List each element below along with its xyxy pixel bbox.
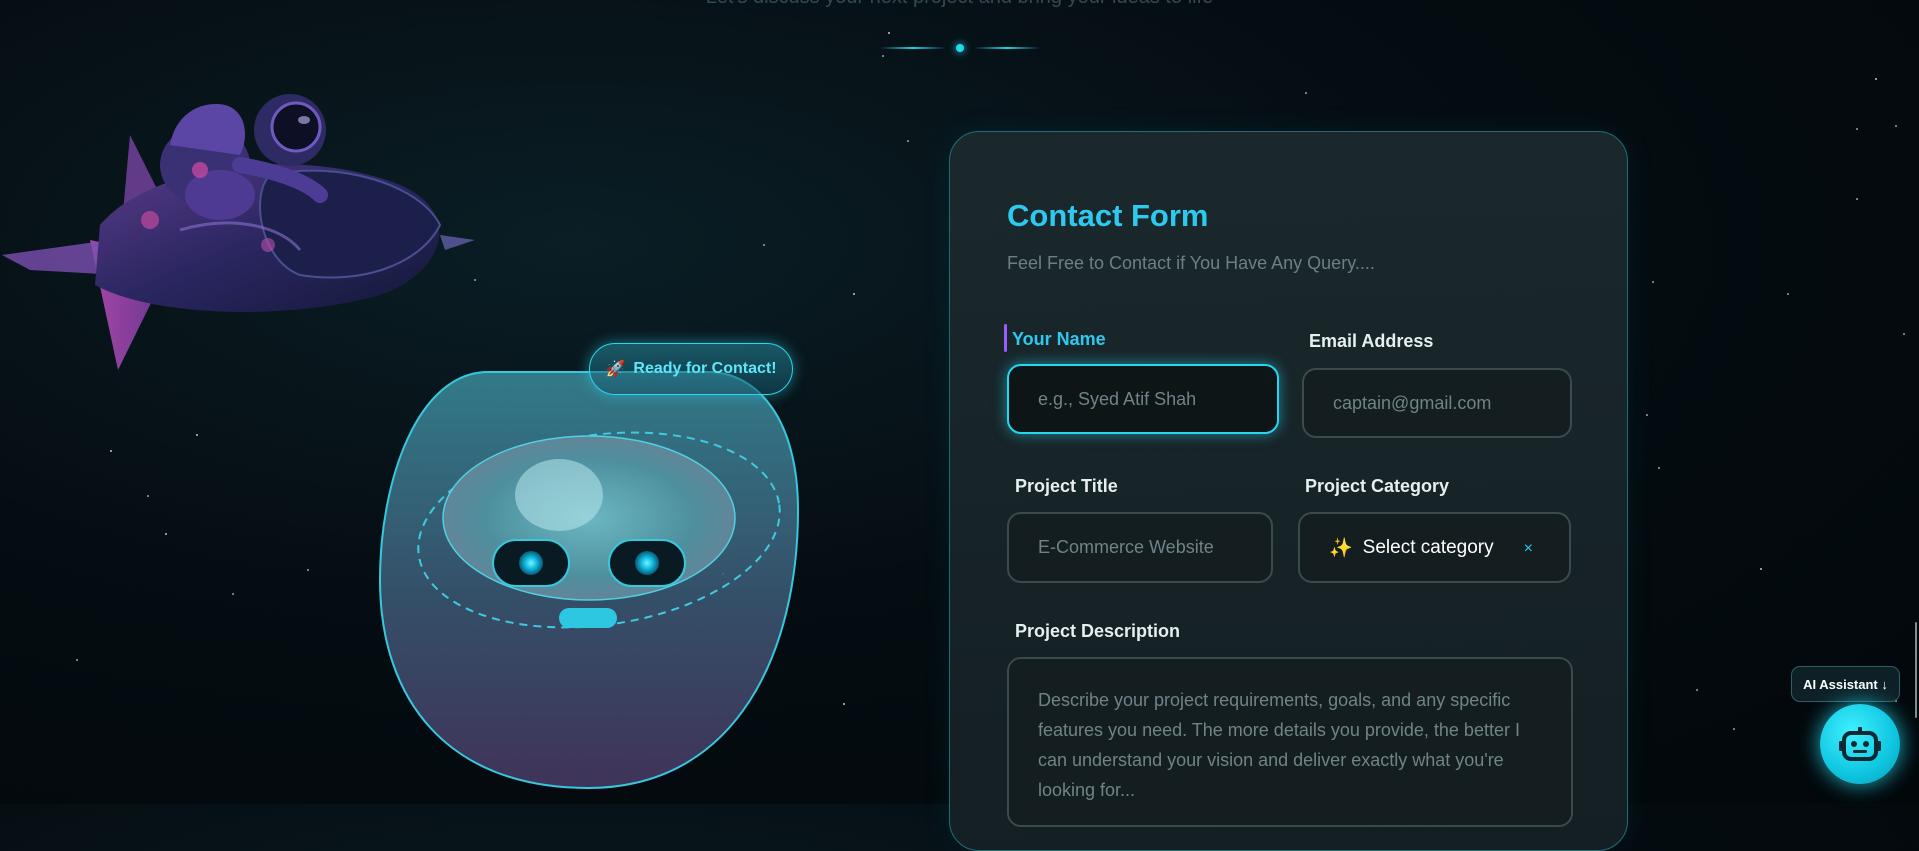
project-category-label: Project Category — [1305, 476, 1450, 496]
star — [1696, 689, 1698, 691]
star — [882, 55, 884, 57]
star — [1875, 78, 1877, 80]
project-description-label: Project Description — [1015, 621, 1181, 641]
email-field[interactable] — [1302, 368, 1572, 438]
star — [1305, 92, 1307, 94]
badge-text: Ready for Contact! — [633, 360, 777, 377]
star — [232, 593, 234, 595]
contact-form-card: Contact Form Feel Free to Contact if You… — [949, 131, 1628, 851]
star — [1658, 467, 1660, 469]
category-selected-value: Select category — [1362, 536, 1494, 558]
star — [307, 569, 309, 571]
name-label: Your Name — [1012, 329, 1106, 349]
star — [1760, 568, 1762, 570]
star — [1903, 333, 1905, 335]
astronaut-rocket-illustration — [0, 45, 480, 375]
project-description-field[interactable] — [1007, 657, 1573, 827]
star — [1895, 125, 1897, 127]
star — [1652, 281, 1654, 283]
star — [843, 703, 845, 705]
star — [110, 450, 112, 452]
divider-dot — [956, 44, 964, 52]
divider-line — [974, 47, 1040, 49]
star — [1856, 198, 1858, 200]
star — [907, 140, 909, 142]
name-focus-indicator — [1004, 324, 1007, 352]
section-divider — [880, 44, 1040, 52]
divider-line — [880, 47, 946, 49]
ai-assistant-tag[interactable]: AI Assistant ↓ — [1791, 666, 1900, 702]
page-tagline: Let's discuss your next project and brin… — [0, 0, 1919, 9]
star — [196, 434, 198, 436]
sparkles-icon: ✨ — [1329, 537, 1353, 559]
star — [763, 244, 765, 246]
ai-assistant-button[interactable] — [1820, 704, 1900, 784]
form-title: Contact Form — [1007, 198, 1209, 233]
star — [1787, 293, 1789, 295]
star — [1733, 728, 1735, 730]
ready-for-contact-badge: 🚀 Ready for Contact! — [589, 343, 793, 395]
form-subtitle: Feel Free to Contact if You Have Any Que… — [1007, 253, 1375, 273]
star — [147, 495, 149, 497]
rocket-icon: 🚀 — [605, 361, 626, 378]
robot-icon — [1839, 727, 1881, 761]
star — [1856, 128, 1858, 130]
project-category-select[interactable]: ✨ Select category × — [1298, 512, 1571, 583]
scrollbar-thumb[interactable] — [1915, 622, 1917, 718]
robot-mascot — [378, 370, 800, 795]
star — [76, 659, 78, 661]
name-field[interactable] — [1007, 364, 1279, 434]
email-label: Email Address — [1309, 331, 1434, 351]
project-title-label: Project Title — [1015, 476, 1118, 496]
project-title-field[interactable] — [1007, 512, 1273, 583]
star — [853, 293, 855, 295]
star — [888, 32, 890, 34]
star — [165, 533, 167, 535]
star — [1646, 414, 1648, 416]
clear-icon[interactable]: × — [1524, 540, 1533, 558]
